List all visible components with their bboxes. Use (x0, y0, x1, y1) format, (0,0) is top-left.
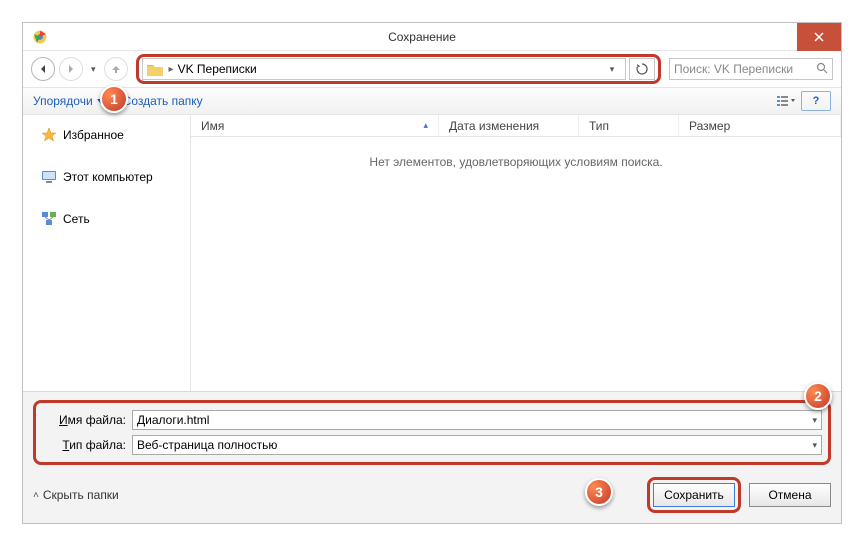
filetype-select[interactable]: Веб-страница полностью ▾ (132, 435, 822, 455)
chevron-right-icon: ▸ (169, 64, 174, 75)
filetype-label: Тип файла: (42, 438, 126, 452)
filename-row: Имя файла: Диалоги.html ▾ (42, 408, 822, 432)
sidebar-item-computer[interactable]: Этот компьютер (23, 163, 190, 191)
empty-message: Нет элементов, удовлетворяющих условиям … (191, 155, 841, 169)
chrome-icon (33, 30, 47, 44)
address-bar[interactable]: ▸ VK Переписки ▾ (142, 58, 626, 80)
dialog-actions: ˄ Скрыть папки Сохранить Отмена (33, 477, 831, 513)
folder-icon (147, 63, 163, 76)
titlebar: Сохранение (23, 23, 841, 51)
cancel-button[interactable]: Отмена (749, 483, 831, 507)
file-list-area: Имя ▴ Дата изменения Тип Размер Нет элем… (191, 115, 841, 391)
sidebar-item-network[interactable]: Сеть (23, 205, 190, 233)
save-button[interactable]: Сохранить (653, 483, 735, 507)
star-icon (41, 127, 57, 143)
nav-row: ▾ ▸ VK Переписки ▾ Поиск: VK Переписки (23, 51, 841, 87)
sort-indicator-icon: ▴ (423, 120, 428, 131)
organize-menu[interactable]: Упорядочи (33, 94, 105, 108)
recent-dropdown[interactable]: ▾ (91, 64, 96, 75)
chevron-down-icon[interactable]: ▾ (812, 415, 817, 426)
computer-icon (41, 169, 57, 185)
forward-button[interactable] (59, 57, 83, 81)
chevron-down-icon[interactable]: ▾ (812, 440, 817, 451)
search-placeholder: Поиск: VK Переписки (674, 62, 793, 76)
search-input[interactable]: Поиск: VK Переписки (669, 58, 833, 80)
up-button[interactable] (104, 57, 128, 81)
column-size[interactable]: Размер (679, 115, 841, 136)
close-button[interactable] (797, 23, 841, 51)
filename-label: Имя файла: (42, 413, 126, 427)
column-name[interactable]: Имя ▴ (191, 115, 439, 136)
new-folder-button[interactable]: Создать папку (123, 94, 203, 108)
sidebar-label: Избранное (63, 128, 124, 142)
chevron-up-icon: ˄ (33, 490, 39, 501)
bottom-panel: Имя файла: Диалоги.html ▾ Тип файла: Веб… (23, 391, 841, 523)
callout-1: 1 (100, 85, 128, 113)
sidebar-item-favorites[interactable]: Избранное (23, 121, 190, 149)
network-icon (41, 211, 57, 227)
window-title: Сохранение (47, 30, 797, 44)
view-options-button[interactable] (771, 91, 801, 111)
save-button-highlight: Сохранить (647, 477, 741, 513)
filename-input[interactable]: Диалоги.html ▾ (132, 410, 822, 430)
dialog-body: Избранное Этот компьютер Сеть Имя ▴ (23, 115, 841, 391)
address-text: VK Переписки (178, 62, 257, 76)
sidebar: Избранное Этот компьютер Сеть (23, 115, 191, 391)
search-icon (816, 62, 828, 77)
toolbar: Упорядочи Создать папку ? (23, 87, 841, 115)
column-type[interactable]: Тип (579, 115, 679, 136)
file-fields-highlight: Имя файла: Диалоги.html ▾ Тип файла: Веб… (33, 400, 831, 465)
sidebar-label: Этот компьютер (63, 170, 153, 184)
address-bar-highlight: ▸ VK Переписки ▾ (136, 54, 661, 84)
hide-folders-toggle[interactable]: ˄ Скрыть папки (33, 488, 119, 502)
callout-2: 2 (804, 382, 832, 410)
address-dropdown[interactable]: ▾ (603, 64, 621, 75)
sidebar-label: Сеть (63, 212, 90, 226)
callout-3: 3 (585, 478, 613, 506)
save-dialog: Сохранение ▾ ▸ VK Переписки ▾ Поиск: VK … (22, 22, 842, 524)
help-button[interactable]: ? (801, 91, 831, 111)
back-button[interactable] (31, 57, 55, 81)
refresh-button[interactable] (629, 58, 655, 80)
column-date[interactable]: Дата изменения (439, 115, 579, 136)
column-headers: Имя ▴ Дата изменения Тип Размер (191, 115, 841, 137)
filetype-row: Тип файла: Веб-страница полностью ▾ (42, 433, 822, 457)
